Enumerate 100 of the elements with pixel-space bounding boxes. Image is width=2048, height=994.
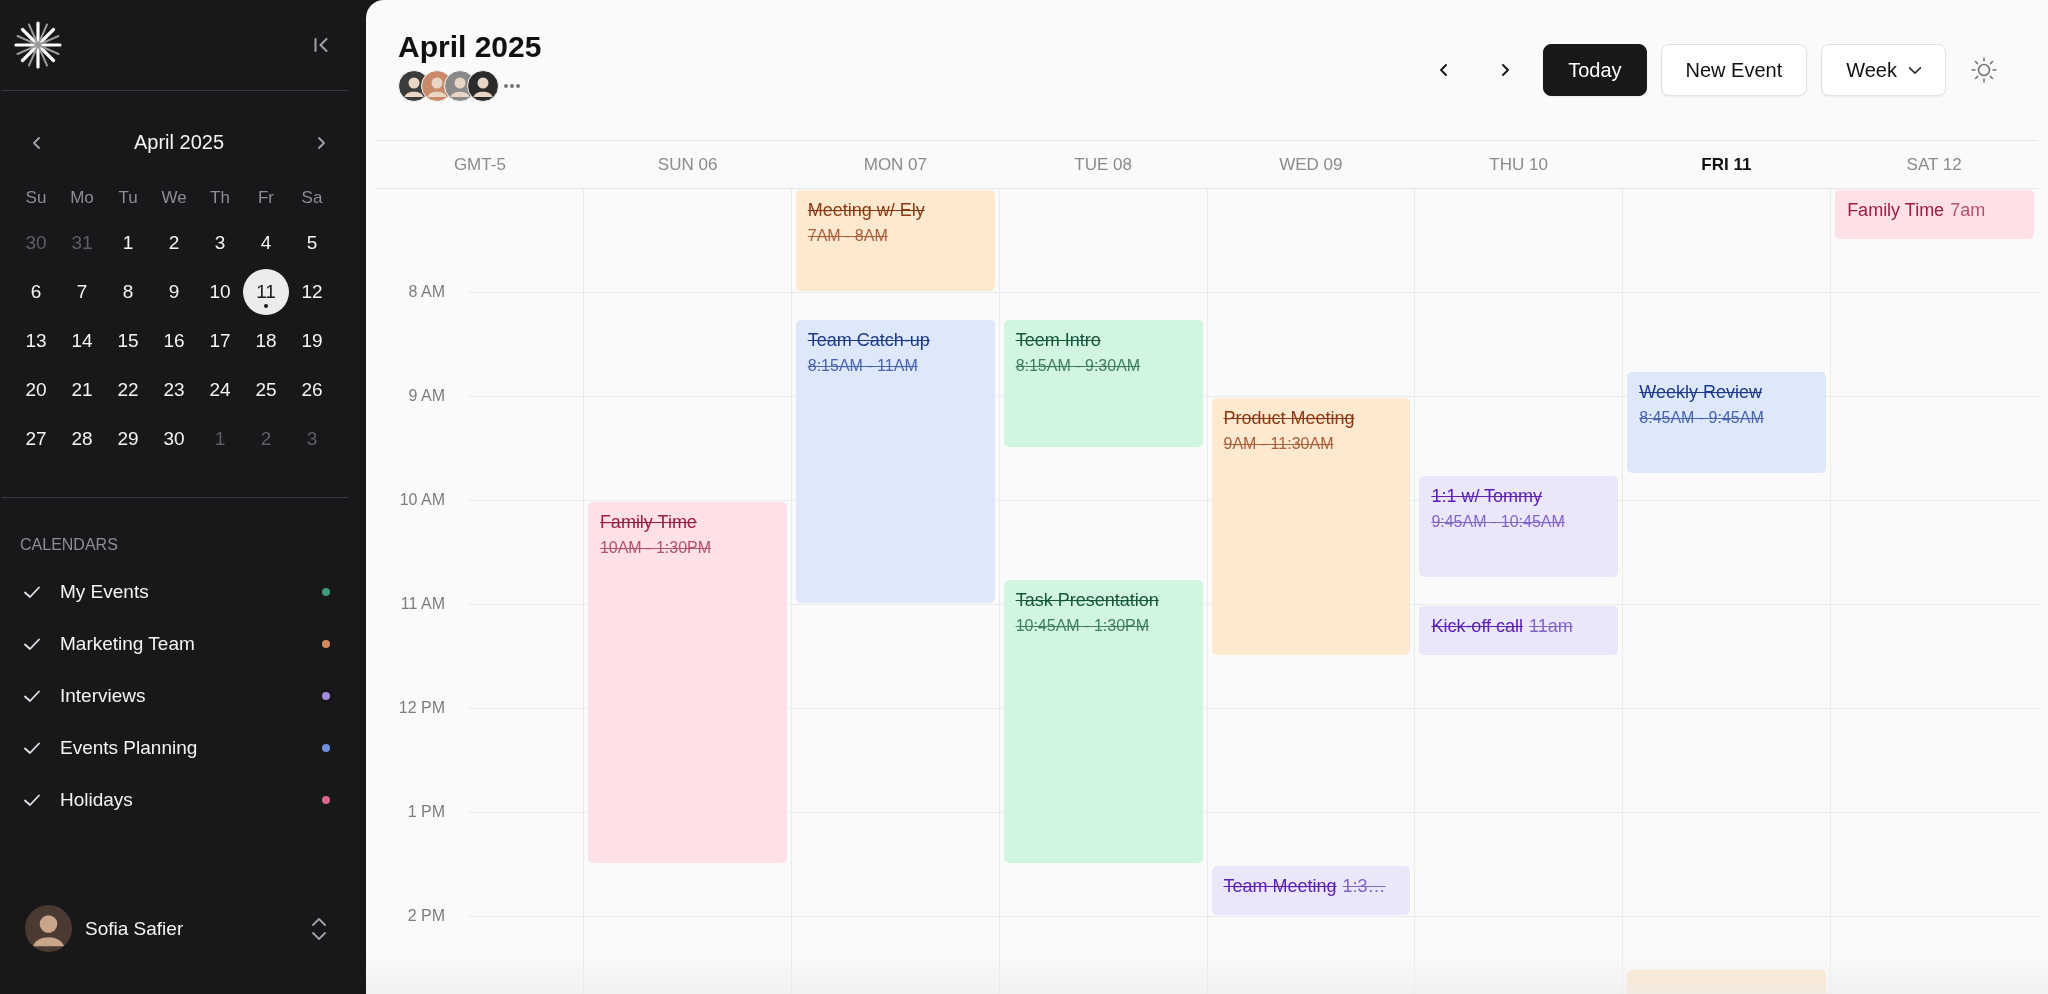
event-card[interactable]: Team Meeting 1:3… <box>1211 866 1411 915</box>
chevron-down-icon <box>1909 66 1921 74</box>
chevron-right-icon <box>1500 64 1510 76</box>
event-title: Kick-off call <box>1431 616 1524 636</box>
event-time: 10AM - 1:30PM <box>599 539 713 557</box>
user-name: Sofia Safier <box>85 917 185 940</box>
date-cell[interactable]: 10 <box>197 268 243 315</box>
event-title: Team Catch-up <box>807 330 931 351</box>
event-time: 1:3… <box>1342 876 1386 896</box>
event-time: 9AM - 11:30AM <box>1223 435 1335 453</box>
date-cell[interactable]: 9 <box>151 268 197 315</box>
hour-label: 12 PM <box>397 699 445 717</box>
chevron-left-icon <box>1438 64 1448 76</box>
calendar-name: My Events <box>60 581 150 603</box>
calendar-item[interactable]: Events Planning <box>0 722 366 774</box>
weekday-label: Fr <box>257 187 274 209</box>
event-title: Weekly Review <box>1639 382 1763 403</box>
page-title: April 2025 <box>398 30 542 64</box>
date-cell[interactable]: 24 <box>197 366 243 413</box>
hour-label: 10 AM <box>398 491 445 509</box>
day-header: MON 07 <box>863 154 927 175</box>
date-cell[interactable]: 25 <box>243 366 289 413</box>
event-card[interactable]: Family Time 10AM - 1:30PM <box>587 502 787 863</box>
calendar-name: Events Planning <box>60 737 199 759</box>
date-cell[interactable]: 13 <box>13 317 59 364</box>
weekday-label: Sa <box>301 187 323 209</box>
date-cell[interactable]: 21 <box>59 366 105 413</box>
date-cell[interactable]: 26 <box>289 366 335 413</box>
calendar-item[interactable]: Marketing Team <box>0 618 366 670</box>
more-icon <box>503 83 521 89</box>
chevron-up-down-icon <box>312 917 326 940</box>
event-card[interactable]: Weekly Review 8:45AM - 9:45AM <box>1627 372 1827 473</box>
date-cell[interactable]: 29 <box>105 415 151 462</box>
event-title: Family Time <box>1847 200 1945 220</box>
hour-label: 11 AM <box>399 595 445 613</box>
day-header: SAT 12 <box>1906 154 1962 175</box>
date-cell[interactable]: 2 <box>151 219 197 266</box>
date-cell[interactable]: 5 <box>289 219 335 266</box>
event-card[interactable]: Team Catch-up 8:15AM - 11AM <box>795 320 995 603</box>
calendar-name: Interviews <box>60 685 147 707</box>
event-card[interactable]: 1:1 w/ Tommy 9:45AM - 10:45AM <box>1419 476 1619 577</box>
calendar-item[interactable]: Holidays <box>0 774 366 826</box>
section-heading: CALENDARS <box>19 535 119 555</box>
date-cell[interactable]: 19 <box>289 317 335 364</box>
chevron-right-icon <box>317 136 326 149</box>
date-cell[interactable]: 22 <box>105 366 151 413</box>
calendar-item[interactable]: Interviews <box>0 670 366 722</box>
date-cell[interactable]: 14 <box>59 317 105 364</box>
date-cell[interactable]: 15 <box>105 317 151 364</box>
event-card[interactable]: Teem Intro 8:15AM - 9:30AM <box>1003 320 1203 447</box>
date-cell[interactable]: 17 <box>197 317 243 364</box>
weekday-label: Th <box>210 187 230 209</box>
date-cell[interactable]: 30 <box>151 415 197 462</box>
event-title: Task Presentation <box>1015 590 1160 611</box>
date-cell[interactable]: 12 <box>289 268 335 315</box>
sun-icon <box>1971 57 1997 83</box>
event-title: Teem Intro <box>1015 330 1102 351</box>
event-card[interactable]: Meeting w/ Ely 7AM - 8AM <box>795 190 995 291</box>
day-header: WED 09 <box>1279 154 1343 175</box>
date-cell[interactable]: 7 <box>59 268 105 315</box>
event-title: Meeting w/ Ely <box>807 200 926 221</box>
event-title: Family Time <box>599 512 698 533</box>
weekday-label: Su <box>25 187 47 209</box>
calendar-name: Marketing Team <box>60 633 196 655</box>
event-time: 8:45AM - 9:45AM <box>1639 409 1765 427</box>
weekday-label: Tu <box>118 187 138 209</box>
event-card[interactable]: Task Presentation 10:45AM - 1:30PM <box>1003 580 1203 863</box>
event-card[interactable]: Kick-off call 11am <box>1419 606 1619 655</box>
date-cell[interactable]: 27 <box>13 415 59 462</box>
hour-label: 2 PM <box>406 907 445 925</box>
day-header: THU 10 <box>1489 154 1548 175</box>
event-time: 9:45AM - 10:45AM <box>1431 513 1566 531</box>
date-cell[interactable]: 20 <box>13 366 59 413</box>
event-time: 8:15AM - 9:30AM <box>1015 357 1142 375</box>
date-cell[interactable]: 4 <box>243 219 289 266</box>
calendar-name: Holidays <box>60 789 134 811</box>
date-cell[interactable]: 28 <box>59 415 105 462</box>
date-cell[interactable]: 1 <box>105 219 151 266</box>
hour-label: 8 AM <box>407 283 445 301</box>
day-header: TUE 08 <box>1074 154 1132 175</box>
date-cell[interactable]: 6 <box>13 268 59 315</box>
date-cell[interactable]: 23 <box>151 366 197 413</box>
new-event-button[interactable]: New Event <box>1660 44 1808 96</box>
today-button[interactable]: Today <box>1543 44 1647 96</box>
date-cell[interactable]: 16 <box>151 317 197 364</box>
date-cell[interactable]: 18 <box>243 317 289 364</box>
event-time: 7am <box>1950 200 1986 220</box>
event-card[interactable]: Family Time 7am <box>1835 190 2034 239</box>
event-title: Product Meeting <box>1223 408 1356 429</box>
logo-icon <box>14 21 62 69</box>
date-cell[interactable]: 11 <box>243 268 289 315</box>
event-card[interactable]: Product Meeting 9AM - 11:30AM <box>1211 398 1411 655</box>
view-dropdown[interactable]: Week <box>1821 44 1946 96</box>
calendar-item[interactable]: My Events <box>0 566 366 618</box>
collapse-icon <box>314 38 328 52</box>
avatar <box>25 905 72 952</box>
date-cell[interactable]: 3 <box>197 219 243 266</box>
timezone-label: GMT-5 <box>453 154 506 175</box>
date-cell[interactable]: 8 <box>105 268 151 315</box>
event-time: 11am <box>1529 616 1573 636</box>
